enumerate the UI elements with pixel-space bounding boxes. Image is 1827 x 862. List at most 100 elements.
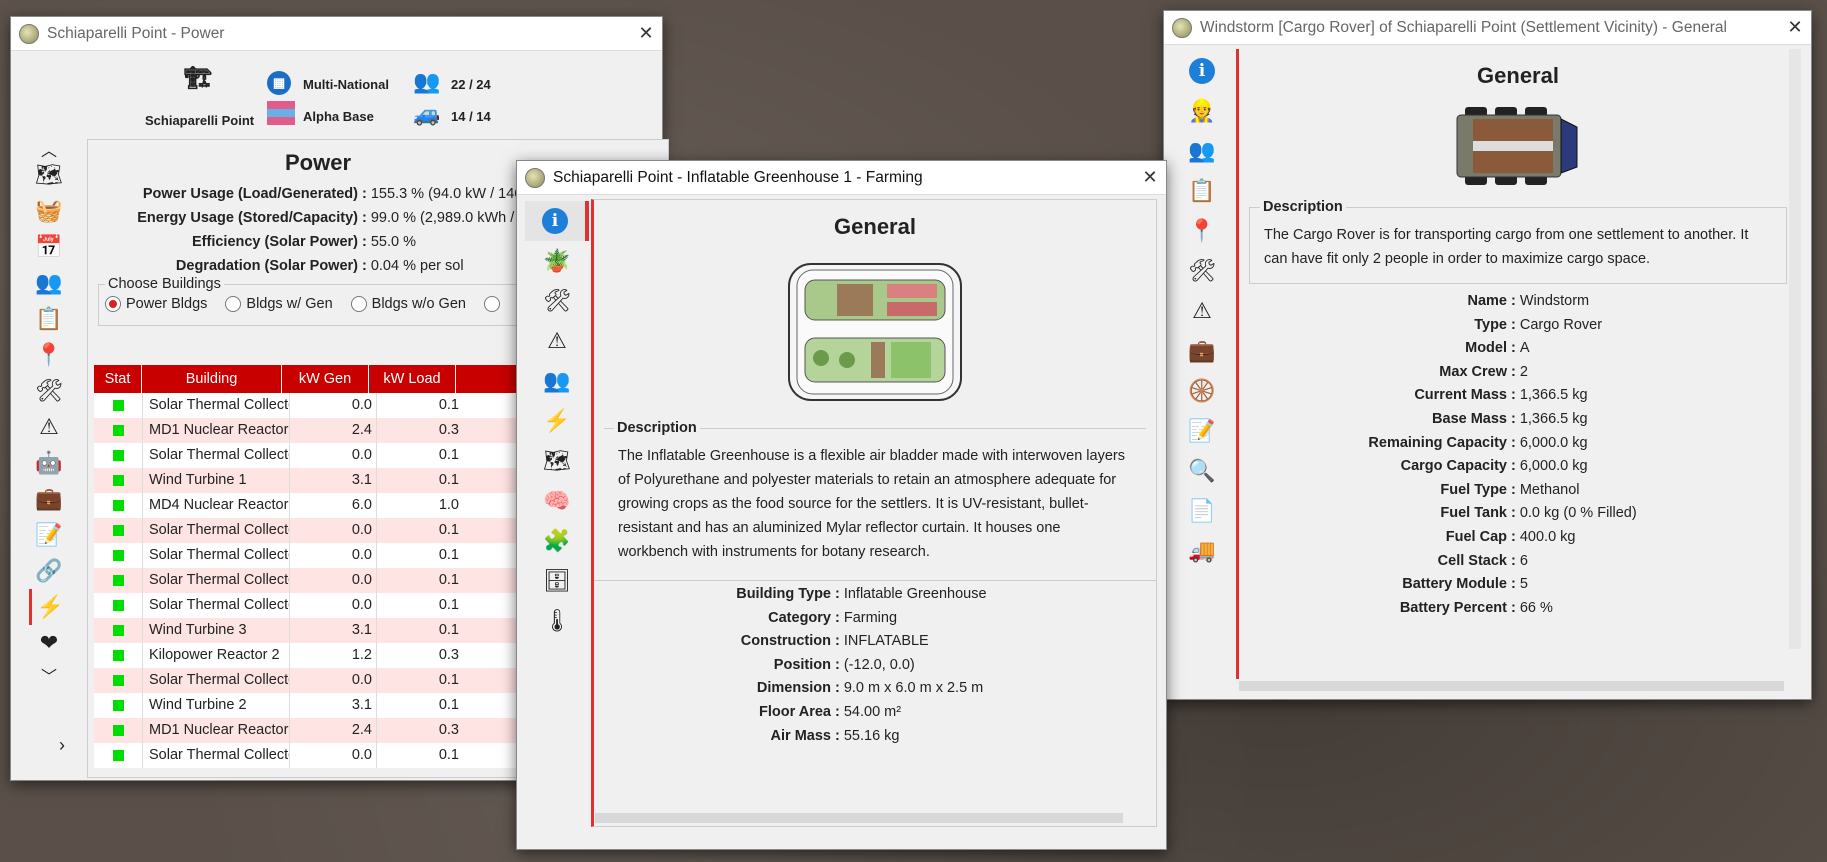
stat-label: Efficiency (Solar Power) (192, 234, 358, 250)
power-window-titlebar[interactable]: Schiaparelli Point - Power ✕ (11, 17, 662, 51)
close-button[interactable]: ✕ (630, 23, 662, 44)
clipboard-icon[interactable]: 📋 (29, 301, 69, 337)
kw-load-cell: 0.1 (376, 468, 463, 493)
close-button[interactable]: ✕ (1134, 167, 1166, 188)
building-filter-radio[interactable]: Bldgs w/o Gen (350, 296, 466, 312)
info-icon[interactable]: i (525, 201, 589, 241)
choose-buildings-legend: Choose Buildings (108, 276, 221, 292)
building-details: Building Type: Inflatable Greenhouse Categ… (594, 580, 1156, 748)
notes-icon[interactable]: 📝 (29, 517, 69, 553)
status-cell (94, 718, 142, 743)
thermometer-icon[interactable]: 🌡 (525, 601, 589, 641)
kw-load-cell: 1.0 (376, 493, 463, 518)
warning-icon[interactable]: ⚠ (525, 321, 589, 361)
pin-icon[interactable]: 📍 (29, 337, 69, 373)
map-icon[interactable]: 🗺 (29, 157, 69, 193)
radio-circle[interactable] (105, 296, 121, 312)
tools-icon[interactable]: 🛠 (29, 373, 69, 409)
warning-icon[interactable]: ⚠ (1182, 291, 1222, 331)
column-header[interactable]: Stat (94, 365, 142, 393)
briefcase-icon[interactable]: 💼 (29, 481, 69, 517)
scroll-up-icon[interactable]: ︿ (29, 137, 69, 160)
detail-row: Fuel Type: Methanol (1239, 479, 1797, 503)
greenhouse-window-titlebar[interactable]: Schiaparelli Point - Inflatable Greenhou… (517, 161, 1166, 195)
pin-icon[interactable]: 📍 (1182, 211, 1222, 251)
detail-row: Name: Windstorm (1239, 290, 1797, 314)
app-icon (19, 23, 39, 44)
radio-circle[interactable] (483, 296, 500, 312)
building-filter-radio[interactable]: Bldgs w/ Gen (225, 296, 333, 312)
detail-label: Position (773, 656, 831, 673)
stat-label: Energy Usage (Stored/Capacity) (137, 210, 358, 226)
horizontal-scrollbar[interactable] (595, 813, 1123, 823)
stat-value: 99.0 % (2,989.0 kWh / 3 (370, 210, 527, 226)
org-chart-icon[interactable]: 🔗 (29, 553, 69, 589)
people-icon[interactable]: 👥 (29, 265, 69, 301)
clipboard-icon[interactable]: 📋 (1182, 171, 1222, 211)
warning-icon[interactable]: ⚠ (29, 409, 69, 445)
tools-icon[interactable]: 🛠 (1182, 251, 1222, 291)
building-cell: Solar Thermal Collecto... (142, 543, 289, 568)
status-indicator (112, 625, 124, 636)
worker-icon[interactable]: 👷 (1182, 91, 1222, 131)
power-icon[interactable]: ⚡ (525, 401, 589, 441)
log-icon[interactable]: 📄 (1182, 491, 1222, 531)
kw-gen-cell: 0.0 (289, 568, 376, 593)
radio-label: Power Bldgs (126, 296, 208, 312)
scroll-down-icon[interactable]: ﹀ (29, 663, 69, 686)
detail-row: Type: Cargo Rover (1239, 314, 1797, 338)
radio-label: Bldgs w/ Gen (246, 296, 333, 312)
building-filter-radio[interactable] (483, 296, 505, 312)
wheel-icon[interactable]: 🛞 (1182, 371, 1222, 411)
building-filter-radio[interactable]: Power Bldgs (105, 296, 207, 312)
detail-label: Cell Stack (1437, 552, 1507, 569)
building-cell: MD1 Nuclear Reactor ... (142, 718, 289, 743)
robot-icon[interactable]: 🤖 (29, 445, 69, 481)
heart-icon[interactable]: ❤ (29, 625, 69, 661)
status-indicator (112, 600, 124, 611)
kw-gen-cell: 2.4 (289, 418, 376, 443)
kw-gen-cell: 0.0 (289, 518, 376, 543)
vertical-scrollbar[interactable] (1789, 49, 1801, 649)
inspect-icon[interactable]: 🔍 (1182, 451, 1222, 491)
radio-circle[interactable] (350, 296, 367, 312)
shelf-icon[interactable]: 🗄 (525, 561, 589, 601)
plant-icon[interactable]: 🪴 (525, 241, 589, 281)
rover-window-titlebar[interactable]: Windstorm [Cargo Rover] of Schiaparelli … (1164, 11, 1811, 45)
puzzle-icon[interactable]: 🧩 (525, 521, 589, 561)
detail-label: Fuel Type (1440, 481, 1507, 498)
nav-expand-icon[interactable]: › (59, 735, 65, 756)
brain-icon[interactable]: 🧠 (525, 481, 589, 521)
rover-image (1456, 107, 1578, 185)
building-cell: Solar Thermal Collecto... (142, 518, 289, 543)
detail-value: 1,366.5 kg (1519, 410, 1588, 427)
basket-icon[interactable]: 🧺 (29, 193, 69, 229)
radio-circle[interactable] (225, 296, 242, 312)
stat-label: Degradation (Solar Power) (175, 258, 358, 274)
kw-gen-cell: 0.0 (289, 443, 376, 468)
tools-icon[interactable]: 🛠 (525, 281, 589, 321)
calendar-icon[interactable]: 📅 (29, 229, 69, 265)
people-icon[interactable]: 👥 (1182, 131, 1222, 171)
briefcase-icon[interactable]: 💼 (1182, 331, 1222, 371)
power-icon[interactable]: ⚡ (29, 589, 69, 625)
map-icon[interactable]: 🗺 (525, 441, 589, 481)
detail-value: 55.16 kg (843, 727, 900, 744)
status-indicator (112, 450, 124, 461)
column-header[interactable]: kW Gen (282, 365, 369, 393)
info-icon[interactable]: i (1182, 51, 1222, 91)
detail-label: Type (1474, 316, 1507, 333)
truck-icon[interactable]: 🚚 (1182, 531, 1222, 571)
kw-load-cell: 0.1 (376, 668, 463, 693)
column-header[interactable]: kW Load (369, 365, 456, 393)
building-cell: Kilopower Reactor 2 (142, 643, 289, 668)
building-cell: MD1 Nuclear Reactor ... (142, 418, 289, 443)
kw-load-cell: 0.1 (376, 393, 463, 418)
horizontal-scrollbar[interactable] (1239, 681, 1784, 691)
kw-gen-cell: 0.0 (289, 743, 376, 768)
notes-icon[interactable]: 📝 (1182, 411, 1222, 451)
people-icon[interactable]: 👥 (525, 361, 589, 401)
status-indicator (112, 550, 124, 561)
close-button[interactable]: ✕ (1779, 17, 1811, 38)
column-header[interactable]: Building (142, 365, 282, 393)
